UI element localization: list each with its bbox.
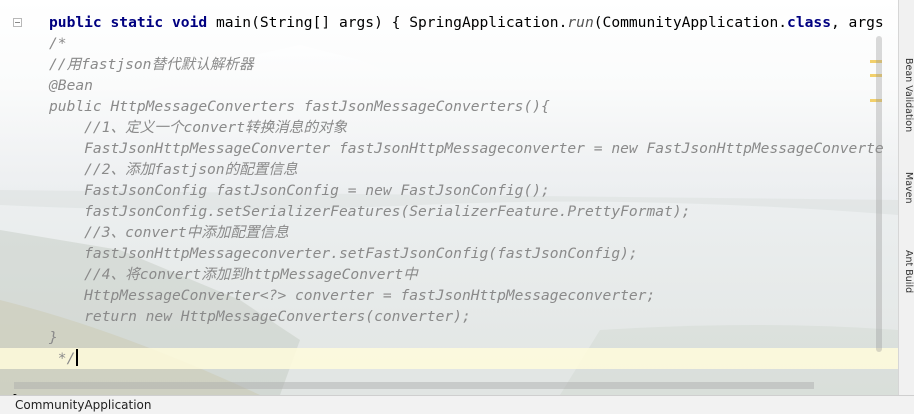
bean-validation-tab[interactable]: Bean Validation [900, 58, 914, 132]
code-line[interactable]: HttpMessageConverter<?> converter = fast… [0, 285, 898, 306]
code-token: */ [49, 350, 76, 367]
code-text[interactable]: return new HttpMessageConverters(convert… [49, 306, 471, 327]
code-token: //4、将convert添加到httpMessageConvert中 [49, 266, 418, 283]
code-token: class [787, 14, 831, 31]
code-line[interactable]: /* [0, 33, 898, 54]
text-caret [76, 349, 79, 366]
code-line[interactable]: return new HttpMessageConverters(convert… [0, 306, 898, 327]
code-token: fastJsonConfig.setSerializerFeatures(Ser… [49, 203, 691, 220]
code-text[interactable]: HttpMessageConverter<?> converter = fast… [49, 285, 655, 306]
code-line[interactable]: fastJsonConfig.setSerializerFeatures(Ser… [0, 201, 898, 222]
code-text[interactable]: } [49, 327, 58, 348]
editor-area[interactable]: public static void main(String[] args) {… [0, 0, 898, 395]
line-gutter[interactable] [0, 201, 45, 222]
code-line[interactable]: public static void main(String[] args) {… [0, 12, 898, 33]
right-tool-sidebar: Bean Validation Maven Ant Build [898, 0, 914, 395]
code-line[interactable]: //用fastjson替代默认解析器 [0, 54, 898, 75]
line-gutter[interactable] [0, 327, 45, 348]
code-line[interactable]: //1、定义一个convert转换消息的对象 [0, 117, 898, 138]
code-token: public static void [49, 14, 216, 31]
code-text[interactable]: fastJsonConfig.setSerializerFeatures(Ser… [49, 201, 690, 222]
code-text[interactable]: //4、将convert添加到httpMessageConvert中 [49, 264, 418, 285]
code-token: run [567, 14, 594, 31]
status-bar: CommunityApplication [0, 395, 914, 414]
line-gutter[interactable] [0, 306, 45, 327]
code-token: @Bean [49, 77, 93, 94]
code-line[interactable]: public HttpMessageConverters fastJsonMes… [0, 96, 898, 117]
maven-tab[interactable]: Maven [900, 172, 914, 204]
code-line[interactable]: FastJsonHttpMessageConverter fastJsonHtt… [0, 138, 898, 159]
code-token: FastJsonHttpMessageConverter fastJsonHtt… [49, 140, 884, 157]
code-text[interactable]: //3、convert中添加配置信息 [49, 222, 289, 243]
line-gutter[interactable] [0, 159, 45, 180]
line-gutter[interactable] [0, 33, 45, 54]
fold-toggle-icon[interactable] [13, 18, 22, 27]
code-token: fastJsonHttpMessageconverter.setFastJson… [49, 245, 638, 262]
line-gutter[interactable] [0, 12, 45, 33]
code-line[interactable]: //3、convert中添加配置信息 [0, 222, 898, 243]
code-text[interactable]: /* [49, 33, 67, 54]
code-text[interactable]: FastJsonConfig fastJsonConfig = new Fast… [49, 180, 550, 201]
vertical-scrollbar[interactable] [876, 36, 882, 352]
breadcrumb[interactable]: CommunityApplication [15, 398, 152, 412]
code-line[interactable]: //2、添加fastjson的配置信息 [0, 159, 898, 180]
code-token: //用fastjson替代默认解析器 [49, 56, 254, 73]
code-token: //2、添加fastjson的配置信息 [49, 161, 298, 178]
code-token: /* [49, 35, 67, 52]
code-token: , args [830, 14, 884, 31]
code-token: public HttpMessageConverters fastJsonMes… [49, 98, 550, 115]
current-code-line[interactable]: */ [0, 348, 898, 369]
line-gutter[interactable] [0, 243, 45, 264]
ant-build-tab[interactable]: Ant Build [900, 250, 914, 293]
code-token: (CommunityApplication. [593, 14, 788, 31]
code-text[interactable]: //用fastjson替代默认解析器 [49, 54, 254, 75]
code-text[interactable]: FastJsonHttpMessageConverter fastJsonHtt… [49, 138, 884, 159]
line-gutter[interactable] [0, 117, 45, 138]
code-text[interactable]: @Bean [49, 75, 93, 96]
code-token: FastJsonConfig fastJsonConfig = new Fast… [49, 182, 550, 199]
code-line[interactable]: } [0, 327, 898, 348]
code-token: } [49, 329, 58, 346]
line-gutter[interactable] [0, 138, 45, 159]
line-gutter[interactable] [0, 75, 45, 96]
code-text[interactable]: fastJsonHttpMessageconverter.setFastJson… [49, 243, 638, 264]
code-token: return new HttpMessageConverters(convert… [49, 308, 471, 325]
code-text[interactable]: public static void main(String[] args) {… [49, 12, 884, 33]
code-line[interactable]: fastJsonHttpMessageconverter.setFastJson… [0, 243, 898, 264]
line-gutter[interactable] [0, 96, 45, 117]
code-token: main(String[] args) { SpringApplication. [215, 14, 568, 31]
code-text[interactable]: public HttpMessageConverters fastJsonMes… [49, 96, 550, 117]
code-token: HttpMessageConverter<?> converter = fast… [49, 287, 656, 304]
code-editor[interactable]: public static void main(String[] args) {… [0, 12, 898, 395]
code-text[interactable]: */ [49, 348, 79, 369]
line-gutter[interactable] [0, 180, 45, 201]
code-line[interactable]: //4、将convert添加到httpMessageConvert中 [0, 264, 898, 285]
line-gutter[interactable] [0, 54, 45, 75]
line-gutter[interactable] [0, 348, 45, 369]
code-text[interactable]: //1、定义一个convert转换消息的对象 [49, 117, 347, 138]
code-text[interactable]: //2、添加fastjson的配置信息 [49, 159, 298, 180]
code-line[interactable]: FastJsonConfig fastJsonConfig = new Fast… [0, 180, 898, 201]
code-line[interactable]: @Bean [0, 75, 898, 96]
line-gutter[interactable] [0, 222, 45, 243]
code-token: //1、定义一个convert转换消息的对象 [49, 119, 348, 136]
code-token: //3、convert中添加配置信息 [49, 224, 289, 241]
line-gutter[interactable] [0, 264, 45, 285]
line-gutter[interactable] [0, 285, 45, 306]
horizontal-scrollbar[interactable] [14, 382, 814, 389]
